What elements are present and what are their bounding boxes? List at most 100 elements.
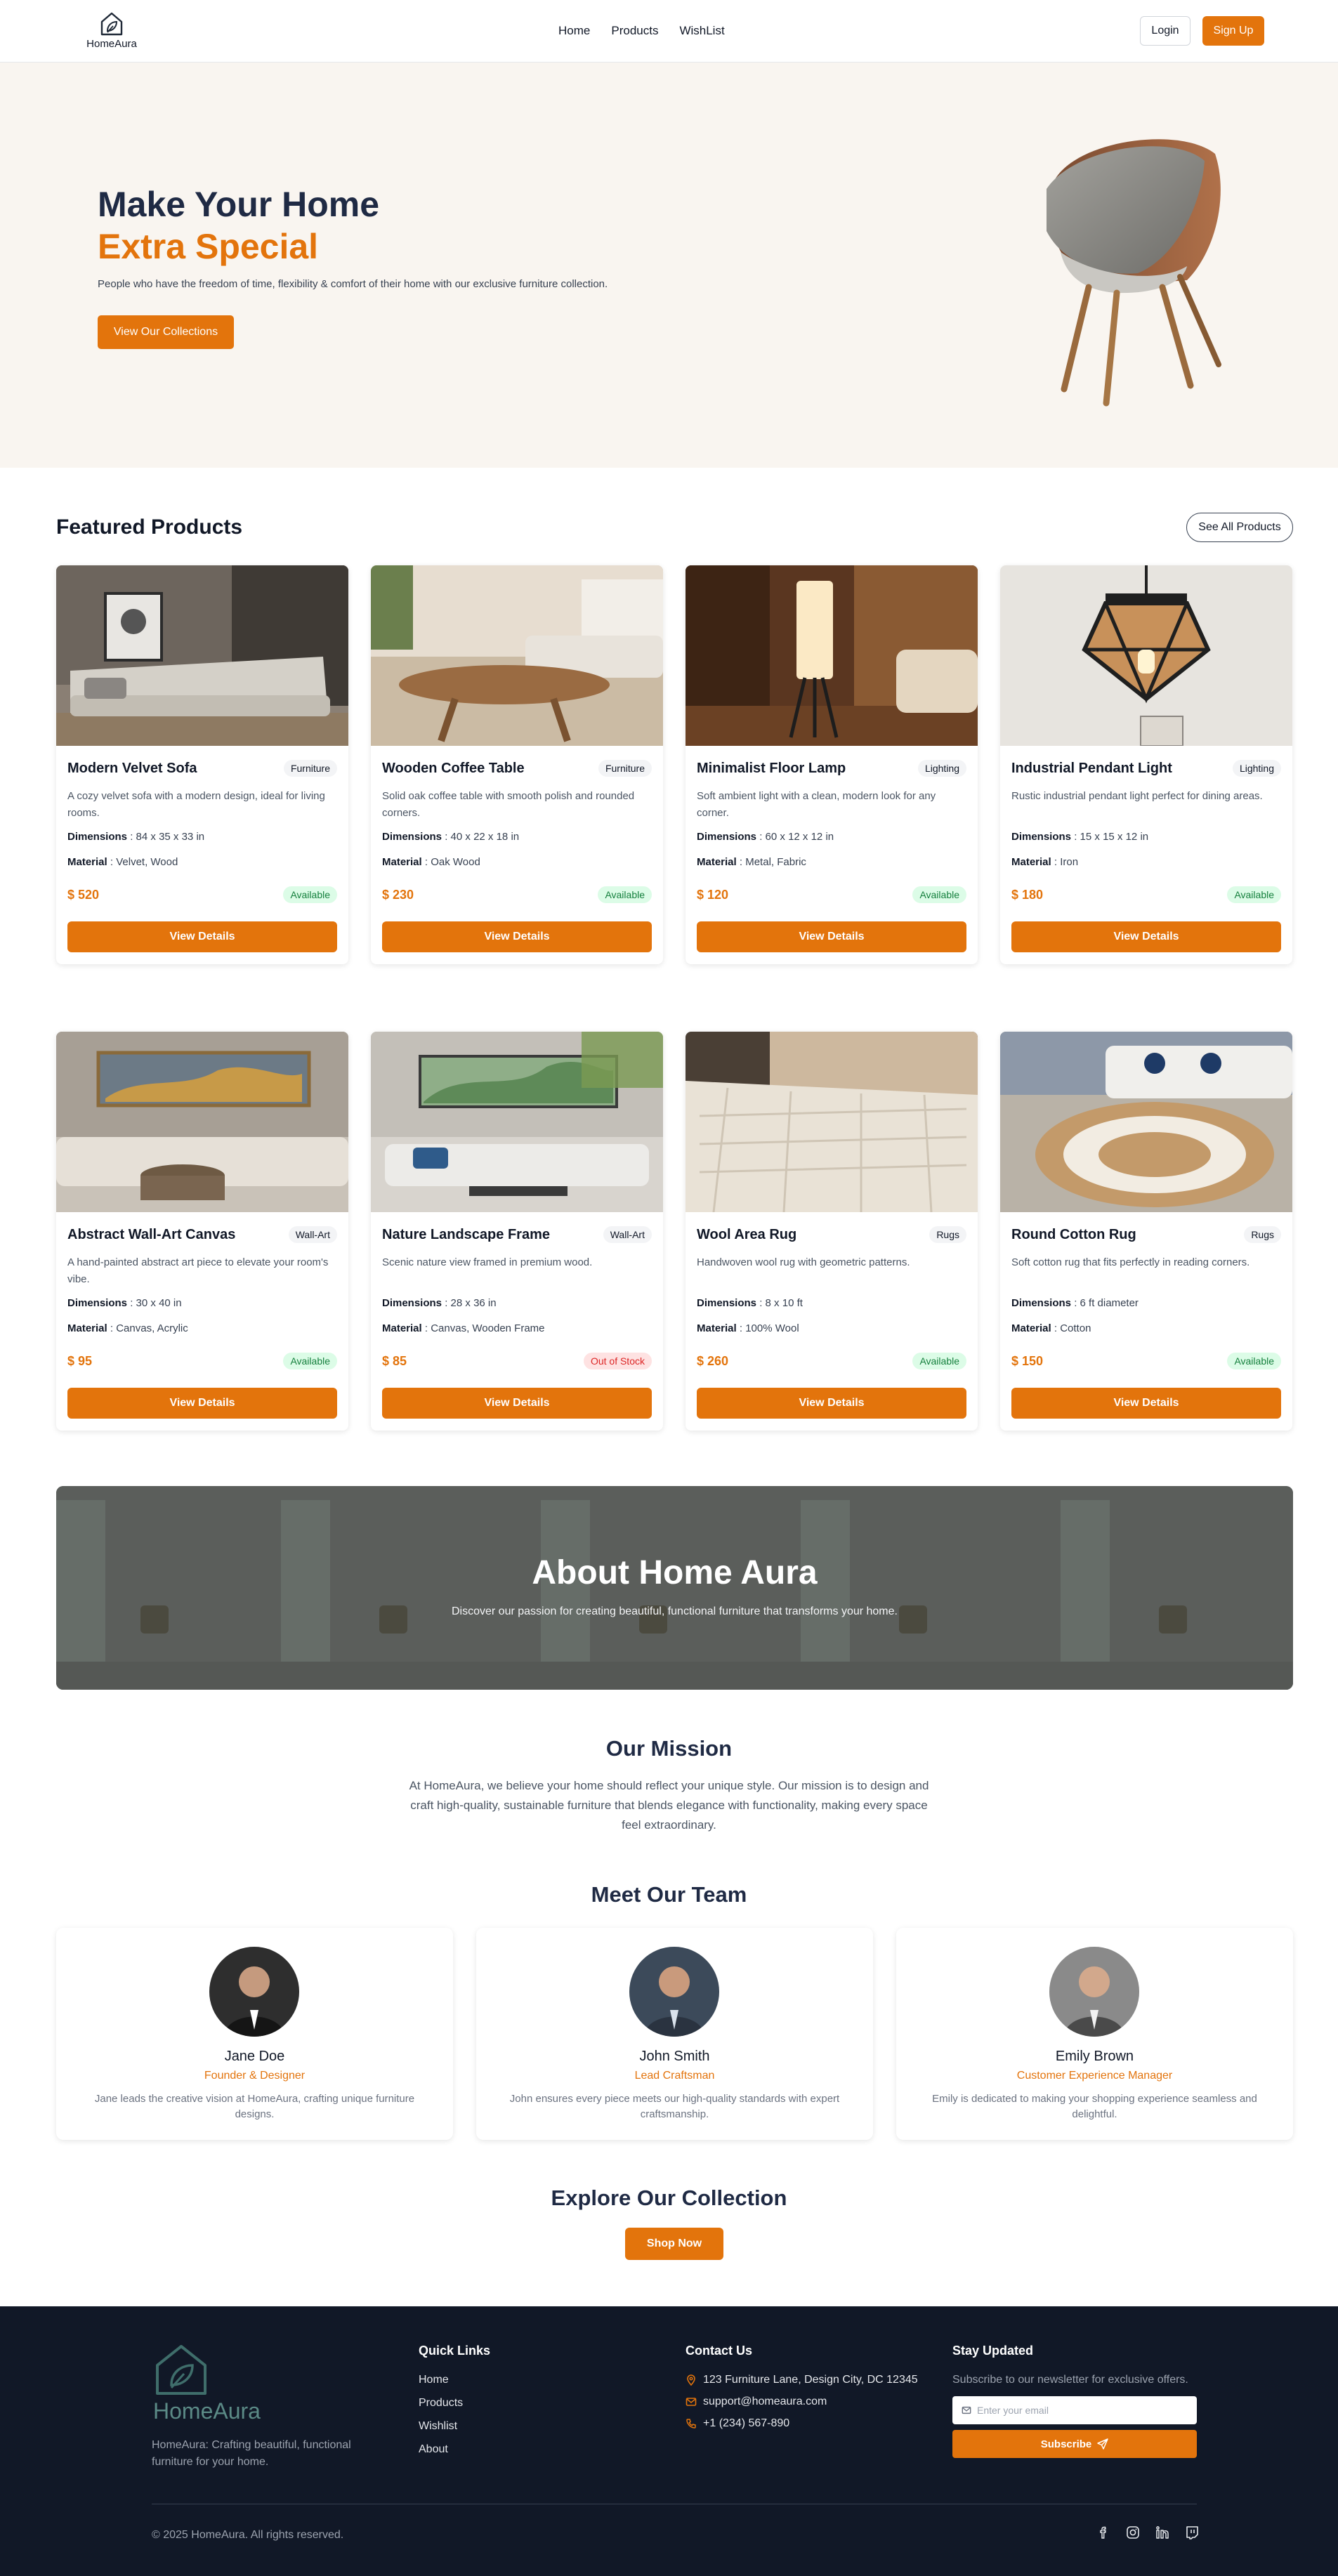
product-image	[1000, 565, 1292, 746]
product-card[interactable]: Wool Area Rug Rugs Handwoven wool rug wit…	[686, 1032, 978, 1431]
send-icon	[1097, 2438, 1109, 2450]
nav-wishlist[interactable]: WishList	[679, 24, 724, 38]
newsletter: Stay Updated Subscribe to our newsletter…	[952, 2344, 1197, 2458]
map-pin-icon	[687, 2374, 695, 2386]
product-name: Minimalist Floor Lamp	[697, 760, 846, 776]
category-badge: Rugs	[1244, 1226, 1281, 1243]
product-price: $ 260	[697, 1353, 729, 1368]
newsletter-text: Subscribe to our newsletter for exclusiv…	[952, 2374, 1188, 2386]
newsletter-email-field[interactable]	[952, 2396, 1197, 2424]
discord-icon[interactable]	[1184, 2525, 1200, 2540]
hero-title-line2: Extra Special	[98, 227, 319, 266]
view-details-button[interactable]: View Details	[67, 921, 337, 952]
brand-name: HomeAura	[86, 38, 137, 50]
product-card[interactable]: Nature Landscape Frame Wall-Art Scenic na…	[371, 1032, 663, 1431]
product-price: $ 95	[67, 1353, 93, 1368]
product-grid-row-2: Abstract Wall-Art Canvas Wall-Art A hand-…	[56, 1032, 1293, 1431]
contact-address: 123 Furniture Lane, Design City, DC 1234…	[686, 2374, 918, 2386]
product-name: Modern Velvet Sofa	[67, 760, 197, 776]
product-card[interactable]: Minimalist Floor Lamp Lighting Soft ambie…	[686, 565, 978, 964]
product-image	[56, 1032, 348, 1212]
view-details-button[interactable]: View Details	[382, 921, 652, 952]
member-name: Jane Doe	[224, 2049, 285, 2064]
product-description: Scenic nature view framed in premium woo…	[382, 1256, 593, 1268]
footer-link-about[interactable]: About	[419, 2443, 490, 2456]
hero-section: Make Your Home Extra Special People who …	[0, 63, 1338, 468]
product-card[interactable]: Abstract Wall-Art Canvas Wall-Art A hand-…	[56, 1032, 348, 1431]
category-badge: Wall-Art	[603, 1226, 652, 1243]
product-material: Material : Iron	[1011, 856, 1079, 868]
product-dimensions: Dimensions : 8 x 10 ft	[697, 1297, 803, 1309]
footer-link-wishlist[interactable]: Wishlist	[419, 2420, 490, 2433]
member-role: Founder & Designer	[204, 2070, 306, 2082]
status-badge: Out of Stock	[583, 1353, 652, 1369]
product-grid-row-1: Modern Velvet Sofa Furniture A cozy velve…	[56, 565, 1293, 964]
status-badge: Available	[598, 886, 652, 903]
product-card[interactable]: Industrial Pendant Light Lighting Rustic …	[1000, 565, 1292, 964]
product-card[interactable]: Wooden Coffee Table Furniture Solid oak c…	[371, 565, 663, 964]
contact-email[interactable]: support@homeaura.com	[686, 2396, 918, 2408]
status-badge: Available	[912, 886, 966, 903]
product-dimensions: Dimensions : 84 x 35 x 33 in	[67, 831, 205, 843]
product-card[interactable]: Modern Velvet Sofa Furniture A cozy velve…	[56, 565, 348, 964]
hero-title: Make Your Home Extra Special	[98, 183, 379, 268]
product-price: $ 150	[1011, 1353, 1044, 1368]
view-details-button[interactable]: View Details	[697, 1388, 966, 1419]
instagram-icon[interactable]	[1125, 2525, 1141, 2540]
brand-logo[interactable]: HomeAura	[84, 11, 139, 50]
status-badge: Available	[283, 886, 337, 903]
product-card[interactable]: Round Cotton Rug Rugs Soft cotton rug tha…	[1000, 1032, 1292, 1431]
view-details-button[interactable]: View Details	[1011, 921, 1281, 952]
facebook-icon[interactable]	[1096, 2525, 1111, 2540]
see-all-products-button[interactable]: See All Products	[1186, 513, 1293, 542]
shop-now-button[interactable]: Shop Now	[625, 2228, 723, 2260]
view-details-button[interactable]: View Details	[1011, 1388, 1281, 1419]
category-badge: Wall-Art	[288, 1226, 337, 1243]
product-description: Rustic industrial pendant light perfect …	[1011, 790, 1263, 802]
newsletter-title: Stay Updated	[952, 2344, 1034, 2358]
product-material: Material : Canvas, Wooden Frame	[382, 1322, 545, 1334]
product-dimensions: Dimensions : 28 x 36 in	[382, 1297, 497, 1309]
product-dimensions: Dimensions : 15 x 15 x 12 in	[1011, 831, 1149, 843]
product-material: Material : 100% Wool	[697, 1322, 799, 1334]
view-collections-button[interactable]: View Our Collections	[98, 315, 234, 349]
explore-title: Explore Our Collection	[551, 2186, 787, 2210]
top-navbar: HomeAura Home Products WishList Login Si…	[0, 0, 1338, 63]
copyright: © 2025 HomeAura. All rights reserved.	[152, 2529, 344, 2541]
mission-text: At HomeAura, we believe your home should…	[409, 1779, 929, 1832]
mail-icon	[686, 2398, 697, 2406]
nav-products[interactable]: Products	[611, 24, 658, 38]
product-price: $ 180	[1011, 887, 1044, 902]
status-badge: Available	[1227, 886, 1281, 903]
hero-chair-image	[1047, 139, 1221, 407]
signup-button[interactable]: Sign Up	[1202, 16, 1264, 46]
phone-icon	[686, 2419, 696, 2429]
hero-subtitle: People who have the freedom of time, fle…	[98, 278, 608, 290]
view-details-button[interactable]: View Details	[382, 1388, 652, 1419]
team-card: Emily Brown Customer Experience Manager …	[896, 1928, 1293, 2140]
member-bio: John ensures every piece meets our high-…	[509, 2093, 840, 2120]
product-name: Abstract Wall-Art Canvas	[67, 1226, 236, 1242]
footer-link-products[interactable]: Products	[419, 2397, 490, 2410]
team-card: Jane Doe Founder & Designer Jane leads t…	[56, 1928, 453, 2140]
product-image	[686, 1032, 978, 1212]
status-badge: Available	[283, 1353, 337, 1369]
featured-title: Featured Products	[56, 515, 243, 539]
login-button[interactable]: Login	[1140, 16, 1191, 46]
linkedin-icon[interactable]	[1155, 2525, 1170, 2540]
view-details-button[interactable]: View Details	[697, 921, 966, 952]
footer-tagline: HomeAura: Crafting beautiful, functional…	[152, 2439, 351, 2468]
view-details-button[interactable]: View Details	[67, 1388, 337, 1419]
footer-link-home[interactable]: Home	[419, 2374, 490, 2386]
product-description: Soft ambient light with a clean, modern …	[697, 790, 936, 819]
product-material: Material : Oak Wood	[382, 856, 480, 868]
team-card: John Smith Lead Craftsman John ensures e…	[476, 1928, 873, 2140]
product-name: Wooden Coffee Table	[382, 760, 525, 776]
product-dimensions: Dimensions : 30 x 40 in	[67, 1297, 182, 1309]
house-logo-icon	[156, 2345, 206, 2395]
product-material: Material : Metal, Fabric	[697, 856, 806, 868]
newsletter-email-input[interactable]	[977, 2405, 1188, 2416]
nav-home[interactable]: Home	[558, 24, 590, 38]
subscribe-button[interactable]: Subscribe	[952, 2430, 1197, 2458]
contact-phone[interactable]: +1 (234) 567-890	[686, 2417, 918, 2430]
